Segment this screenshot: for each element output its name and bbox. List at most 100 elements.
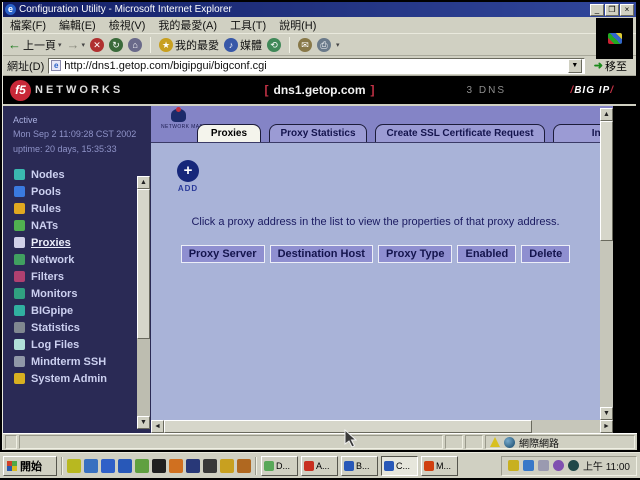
back-dropdown-icon[interactable]: ▾ (58, 41, 62, 49)
sidebar-item-system-admin[interactable]: System Admin (3, 370, 151, 387)
go-button[interactable]: ➜ 移至 (589, 57, 632, 74)
quicklaunch-icon-7[interactable] (169, 459, 183, 473)
tray-volume-icon[interactable] (508, 460, 519, 471)
menu-tools[interactable]: 工具(T) (230, 17, 266, 33)
tray-display-icon[interactable] (538, 460, 549, 471)
sidebar-item-statistics[interactable]: Statistics (3, 319, 151, 336)
pools-icon (14, 186, 25, 197)
column-proxy-server[interactable]: Proxy Server (181, 245, 265, 263)
rules-icon (14, 203, 25, 214)
quicklaunch-icon-10[interactable] (220, 459, 234, 473)
mail-icon[interactable]: ✉ (298, 38, 312, 52)
main-horizontal-scrollbar[interactable]: ◄ ► (151, 420, 613, 433)
print-dropdown-icon[interactable]: ▾ (336, 41, 340, 49)
refresh-icon[interactable]: ↻ (109, 38, 123, 52)
quicklaunch-icon-4[interactable] (118, 459, 132, 473)
taskbar: 開始 D... A... B... C... M... (0, 452, 640, 478)
home-icon[interactable]: ⌂ (128, 38, 142, 52)
toolbar-separator (289, 37, 290, 53)
sidebar-item-nats[interactable]: NATs (3, 217, 151, 234)
tray-antivirus-icon[interactable] (568, 460, 579, 471)
media-button[interactable]: ♪ 媒體 (224, 37, 262, 53)
ie-app-icon: e (5, 4, 16, 15)
mindterm-ssh-icon (14, 356, 25, 367)
status-bar: 網際網路 (3, 433, 637, 450)
main-vertical-scrollbar[interactable]: ▲ ▼ (600, 108, 613, 420)
network-map-button[interactable]: NETWORK MAP (161, 109, 195, 130)
restore-button[interactable]: ❐ (605, 4, 619, 16)
column-delete[interactable]: Delete (521, 245, 570, 263)
task-button-5[interactable]: M... (421, 456, 458, 476)
sidebar-item-proxies[interactable]: Proxies (3, 234, 151, 251)
menu-favorites[interactable]: 我的最愛(A) (158, 17, 217, 33)
menu-help[interactable]: 說明(H) (279, 17, 316, 33)
scrollbar-thumb[interactable] (600, 121, 613, 241)
sidebar-item-log-files[interactable]: Log Files (3, 336, 151, 353)
scrollbar-thumb[interactable] (137, 189, 150, 339)
tray-app-icon[interactable] (553, 460, 564, 471)
scroll-right-icon[interactable]: ► (600, 420, 613, 433)
task-button-2[interactable]: A... (301, 456, 338, 476)
sidebar-scrollbar[interactable]: ▲ ▼ (137, 176, 150, 429)
menu-edit[interactable]: 編輯(E) (59, 17, 96, 33)
address-input[interactable]: e http://dns1.getop.com/bigipgui/bigconf… (48, 58, 585, 74)
column-enabled[interactable]: Enabled (457, 245, 516, 263)
sidebar-item-mindterm-ssh[interactable]: Mindterm SSH (3, 353, 151, 370)
forward-dropdown-icon[interactable]: ▾ (82, 41, 86, 49)
tab-create-ssl-certificate-request[interactable]: Create SSL Certificate Request (375, 124, 545, 142)
sidebar-item-pools[interactable]: Pools (3, 183, 151, 200)
back-button[interactable]: ← 上一頁 ▾ (8, 37, 62, 53)
menu-file[interactable]: 檔案(F) (10, 17, 46, 33)
column-destination-host[interactable]: Destination Host (270, 245, 373, 263)
add-proxy-button[interactable]: + ADD (171, 160, 205, 193)
scroll-down-icon[interactable]: ▼ (137, 416, 150, 429)
quicklaunch-icon-11[interactable] (237, 459, 251, 473)
task-button-4-active[interactable]: C... (381, 456, 418, 476)
history-icon[interactable]: ⟲ (267, 38, 281, 52)
proxies-icon (14, 237, 25, 248)
scroll-up-icon[interactable]: ▲ (137, 176, 150, 189)
windows-logo-icon (608, 33, 622, 44)
sidebar-item-nodes[interactable]: Nodes (3, 166, 151, 183)
tray-network-icon[interactable] (523, 460, 534, 471)
sidebar-item-network[interactable]: Network (3, 251, 151, 268)
status-pane (465, 435, 483, 449)
task-button-1[interactable]: D... (261, 456, 298, 476)
minimize-button[interactable]: _ (590, 4, 604, 16)
tab-proxy-statistics[interactable]: Proxy Statistics (269, 124, 367, 142)
nodes-icon (14, 169, 25, 180)
start-button[interactable]: 開始 (3, 456, 57, 476)
tab-proxies[interactable]: Proxies (197, 124, 261, 142)
close-button[interactable]: × (620, 4, 634, 16)
forward-button[interactable]: → ▾ (67, 37, 86, 52)
status-message-pane (19, 435, 443, 449)
sidebar-item-monitors[interactable]: Monitors (3, 285, 151, 302)
status-uptime: uptime: 20 days, 15:35:33 (13, 142, 151, 156)
quicklaunch-icon-2[interactable] (84, 459, 98, 473)
menu-view[interactable]: 檢視(V) (109, 17, 146, 33)
quicklaunch-icon-1[interactable] (67, 459, 81, 473)
sidebar-item-bigpipe[interactable]: BIGpipe (3, 302, 151, 319)
scroll-up-icon[interactable]: ▲ (600, 108, 613, 121)
quicklaunch-icon-9[interactable] (203, 459, 217, 473)
product-bigip-label: /BIG IP/ (570, 85, 614, 96)
status-state: Active (13, 113, 151, 127)
scroll-down-icon[interactable]: ▼ (600, 407, 613, 420)
stop-icon[interactable]: ✕ (90, 38, 104, 52)
column-proxy-type[interactable]: Proxy Type (378, 245, 453, 263)
sidebar-item-rules[interactable]: Rules (3, 200, 151, 217)
quicklaunch-icon-3[interactable] (101, 459, 115, 473)
mouse-cursor (344, 429, 357, 448)
task-button-3[interactable]: B... (341, 456, 378, 476)
sidebar-item-filters[interactable]: Filters (3, 268, 151, 285)
quicklaunch-icon-5[interactable] (135, 459, 149, 473)
quicklaunch-icon-8[interactable] (186, 459, 200, 473)
favorites-button[interactable]: ★ 我的最愛 (159, 37, 219, 53)
print-icon[interactable]: ⎙ (317, 38, 331, 52)
scroll-left-icon[interactable]: ◄ (151, 420, 164, 433)
security-zone-pane: 網際網路 (485, 435, 635, 449)
status-pane (445, 435, 463, 449)
address-dropdown-icon[interactable]: ▼ (568, 59, 582, 73)
instruction-text: Click a proxy address in the list to vie… (151, 216, 600, 228)
quicklaunch-icon-6[interactable] (152, 459, 166, 473)
